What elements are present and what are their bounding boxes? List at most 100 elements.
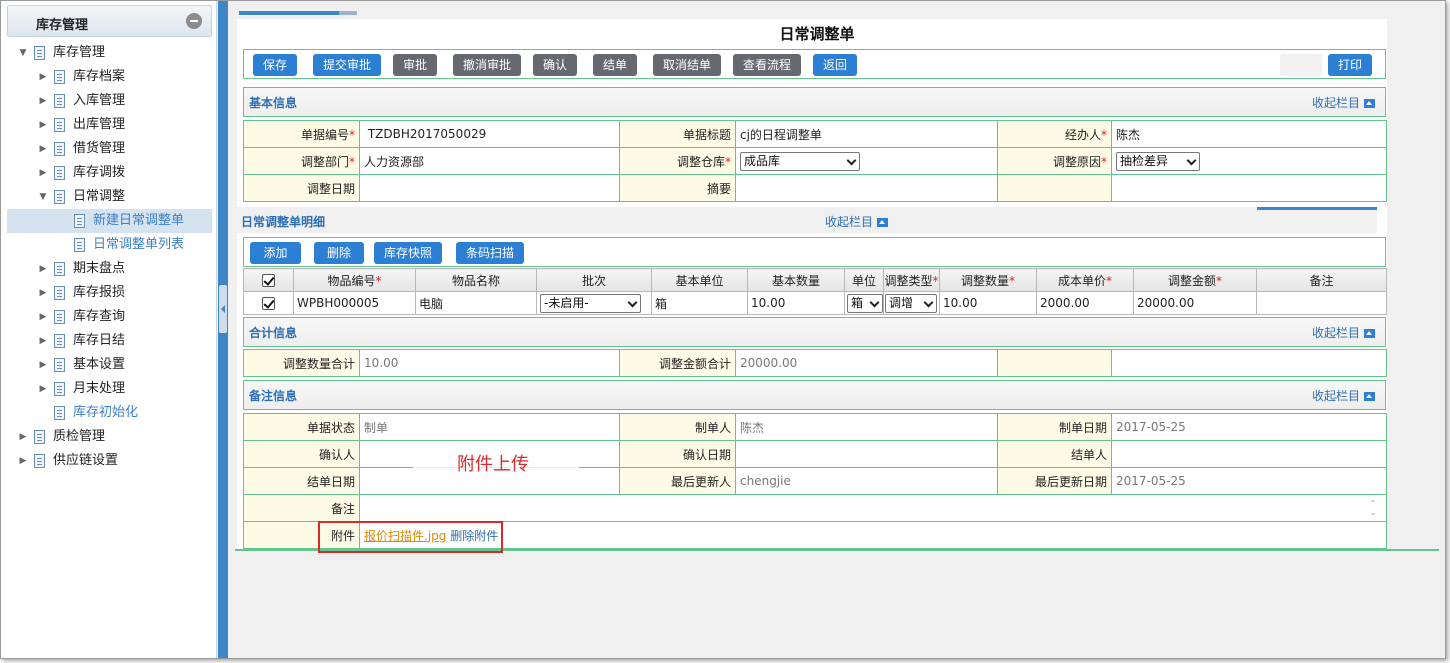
dept-field[interactable]: 人力资源部 — [359, 147, 620, 175]
detail-header: 日常调整单明细 收起栏目 — [237, 207, 1377, 233]
confirm-button[interactable]: 确认 — [533, 54, 578, 76]
sidebar-item[interactable]: ▼ 日常调整 — [1, 185, 217, 209]
unit-cell: 箱 — [844, 291, 884, 315]
date-field[interactable] — [359, 174, 620, 202]
sidebar-item[interactable]: ▼ 库存管理 — [1, 41, 217, 65]
select-all-checkbox[interactable] — [262, 274, 275, 287]
amount-cell[interactable]: 20000.00 — [1133, 291, 1257, 315]
adj-type-select[interactable]: 调增 — [885, 293, 937, 313]
item-code-cell[interactable]: WPBH000005 — [293, 291, 416, 315]
collapsed-arrow-icon[interactable]: ▶ — [18, 449, 28, 473]
sidebar-item[interactable]: ▶ 借货管理 — [1, 137, 217, 161]
sidebar-item[interactable]: ▶ 供应链设置 — [1, 449, 217, 473]
resize-scroll-icon[interactable]: ⌃ ⌄ — [1368, 499, 1378, 517]
sidebar-item[interactable]: 新建日常调整单 — [7, 209, 212, 233]
created-date-value: 2017-05-25 — [1111, 413, 1387, 441]
delete-row-button[interactable]: 删除 — [314, 242, 364, 264]
document-icon — [54, 190, 65, 204]
col-header: 基本数量 — [747, 268, 845, 292]
basic-info-title: 基本信息 — [249, 96, 298, 110]
sidebar-item[interactable]: ▶ 质检管理 — [1, 425, 217, 449]
close-date-label: 结单日期 — [243, 467, 360, 495]
stock-snapshot-button[interactable]: 库存快照 — [374, 242, 443, 264]
adj-qty-cell[interactable]: 10.00 — [939, 291, 1037, 315]
reason-label: 调整原因* — [997, 147, 1112, 175]
collapsed-arrow-icon[interactable]: ▶ — [38, 137, 48, 161]
cancel-close-button[interactable]: 取消结单 — [653, 54, 722, 76]
document-icon — [34, 430, 45, 444]
document-icon — [54, 358, 65, 372]
collapse-basic-toggle[interactable]: 收起栏目 — [1312, 88, 1375, 118]
batch-select[interactable]: -未启用- — [540, 293, 641, 313]
sidebar-item-label: 库存调拨 — [73, 165, 126, 180]
collapsed-arrow-icon[interactable]: ▶ — [38, 377, 48, 401]
sidebar-item[interactable]: ▶ 库存调拨 — [1, 161, 217, 185]
expanded-arrow-icon[interactable]: ▼ — [18, 41, 28, 65]
collapsed-arrow-icon[interactable]: ▶ — [38, 305, 48, 329]
sidebar-item[interactable]: ▶ 库存查询 — [1, 305, 217, 329]
remark-textarea[interactable]: ⌃ ⌄ — [359, 494, 1387, 522]
adj-type-cell: 调增 — [883, 291, 940, 315]
expanded-arrow-icon[interactable]: ▼ — [38, 185, 48, 209]
collapsed-arrow-icon[interactable]: ▶ — [38, 113, 48, 137]
sidebar-item[interactable]: ▶ 库存日结 — [1, 329, 217, 353]
collapsed-arrow-icon[interactable]: ▶ — [38, 65, 48, 89]
view-flow-button[interactable]: 查看流程 — [733, 54, 802, 76]
sidebar-item[interactable]: 日常调整单列表 — [1, 233, 217, 257]
collapse-handle-icon[interactable] — [219, 285, 227, 333]
remark-cell[interactable] — [1256, 291, 1387, 315]
detail-title: 日常调整单明细 — [241, 215, 326, 229]
warehouse-select[interactable]: 成品库 — [740, 151, 860, 171]
closer-value — [1111, 440, 1387, 468]
base-qty-cell[interactable]: 10.00 — [747, 291, 845, 315]
close-order-button[interactable]: 结单 — [593, 54, 638, 76]
col-header: 单位 — [844, 268, 884, 292]
splitter[interactable] — [218, 1, 228, 658]
sidebar-item-label: 日常调整 — [73, 189, 126, 204]
collapsed-arrow-icon[interactable]: ▶ — [38, 281, 48, 305]
empty-field — [1111, 174, 1387, 202]
sidebar-item-label: 库存档案 — [73, 69, 126, 84]
print-button[interactable]: 打印 — [1328, 54, 1373, 76]
doc-no-field[interactable]: TZDBH2017050029 — [359, 120, 620, 148]
handler-field[interactable]: 陈杰 — [1111, 120, 1387, 148]
total-qty-label: 调整数量合计 — [243, 349, 360, 377]
collapse-sidebar-icon[interactable] — [186, 13, 202, 29]
collapsed-arrow-icon[interactable]: ▶ — [38, 89, 48, 113]
summary-field[interactable] — [735, 174, 998, 202]
sidebar-item[interactable]: ▶ 出库管理 — [1, 113, 217, 137]
sidebar-item[interactable]: ▶ 月末处理 — [1, 377, 217, 401]
sidebar-item-label: 供应链设置 — [53, 453, 119, 468]
cancel-approval-button[interactable]: 撤消审批 — [453, 54, 522, 76]
save-button[interactable]: 保存 — [253, 54, 298, 76]
collapse-totals-toggle[interactable]: 收起栏目 — [1312, 318, 1375, 348]
collapse-detail-toggle[interactable]: 收起栏目 — [825, 213, 889, 230]
approve-button[interactable]: 审批 — [393, 54, 438, 76]
item-name-cell[interactable]: 电脑 — [415, 291, 537, 315]
sidebar-item[interactable]: ▶ 库存档案 — [1, 65, 217, 89]
reason-select[interactable]: 抽检差异 — [1116, 151, 1200, 171]
row-checkbox[interactable] — [262, 297, 275, 310]
add-row-button[interactable]: 添加 — [250, 242, 301, 264]
sidebar-item[interactable]: ▶ 基本设置 — [1, 353, 217, 377]
document-icon — [34, 46, 45, 60]
sidebar-item-label: 库存初始化 — [73, 405, 139, 420]
collapsed-arrow-icon[interactable]: ▶ — [38, 353, 48, 377]
updated-date-value: 2017-05-25 — [1111, 467, 1387, 495]
collapsed-arrow-icon[interactable]: ▶ — [38, 329, 48, 353]
sidebar-item[interactable]: 库存初始化 — [1, 401, 217, 425]
collapsed-arrow-icon[interactable]: ▶ — [38, 257, 48, 281]
barcode-scan-button[interactable]: 条码扫描 — [456, 242, 525, 264]
collapsed-arrow-icon[interactable]: ▶ — [38, 161, 48, 185]
submit-approval-button[interactable]: 提交审批 — [313, 54, 382, 76]
collapsed-arrow-icon[interactable]: ▶ — [18, 425, 28, 449]
sidebar-item[interactable]: ▶ 库存报损 — [1, 281, 217, 305]
col-header: 调整数量* — [939, 268, 1037, 292]
doc-title-field[interactable]: cj的日程调整单 — [735, 120, 998, 148]
collapse-notes-toggle[interactable]: 收起栏目 — [1312, 381, 1375, 411]
unit-cost-cell[interactable]: 2000.00 — [1036, 291, 1134, 315]
back-button[interactable]: 返回 — [813, 54, 858, 76]
sidebar-item[interactable]: ▶ 入库管理 — [1, 89, 217, 113]
unit-select[interactable]: 箱 — [847, 293, 883, 313]
sidebar-item[interactable]: ▶ 期末盘点 — [1, 257, 217, 281]
